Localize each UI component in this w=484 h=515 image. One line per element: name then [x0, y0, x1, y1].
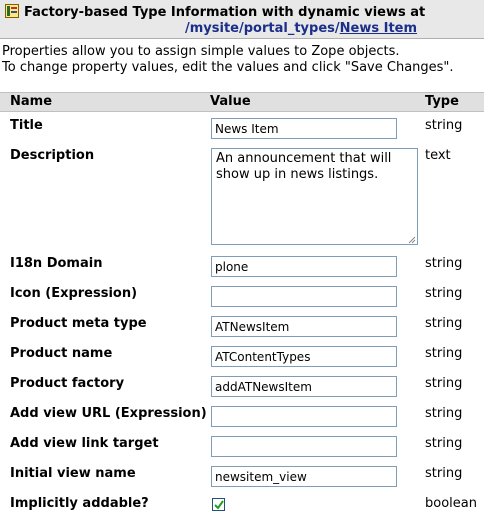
property-label: Product factory — [10, 376, 125, 391]
property-label: Description — [10, 148, 95, 163]
property-label: Implicitly addable? — [10, 496, 149, 511]
properties-column-header: Name Value Type — [0, 92, 484, 112]
property-label: Initial view name — [10, 466, 136, 481]
help-text: Properties allow you to assign simple va… — [2, 44, 454, 76]
property-label: I18n Domain — [10, 256, 103, 271]
property-type: string — [425, 466, 463, 481]
breadcrumb-link-mysite[interactable]: /mysite — [185, 21, 239, 36]
add-view-url-input[interactable] — [211, 406, 397, 427]
property-type: string — [425, 436, 463, 451]
property-type: string — [425, 346, 463, 361]
property-label: Add view link target — [10, 436, 159, 451]
breadcrumb-link-news-item[interactable]: News Item — [340, 21, 417, 36]
page-header: Factory-based Type Information with dyna… — [0, 0, 484, 39]
title-input[interactable] — [211, 118, 397, 139]
product-name-input[interactable] — [211, 346, 397, 367]
add-view-link-target-input[interactable] — [211, 436, 397, 457]
breadcrumb-link-portal-types[interactable]: portal_types — [244, 21, 335, 36]
column-header-name: Name — [10, 94, 53, 109]
property-type: string — [425, 286, 463, 301]
product-factory-input[interactable] — [211, 376, 397, 397]
product-meta-type-input[interactable] — [211, 316, 397, 337]
icon-expression-input[interactable] — [211, 286, 397, 307]
property-type: string — [425, 256, 463, 271]
initial-view-name-input[interactable] — [211, 466, 397, 487]
property-label: Icon (Expression) — [10, 286, 138, 301]
property-label: Title — [10, 118, 43, 133]
i18n-domain-input[interactable] — [211, 256, 397, 277]
property-label: Product name — [10, 346, 113, 361]
property-type: text — [425, 148, 451, 163]
description-textarea[interactable]: An announcement that will show up in new… — [211, 148, 418, 245]
property-type: boolean — [425, 496, 477, 511]
factory-type-icon — [5, 4, 19, 18]
help-line-2: To change property values, edit the valu… — [2, 60, 454, 75]
property-type: string — [425, 376, 463, 391]
help-line-1: Properties allow you to assign simple va… — [2, 44, 400, 59]
column-header-value: Value — [210, 94, 251, 109]
property-type: string — [425, 316, 463, 331]
property-label: Product meta type — [10, 316, 147, 331]
checkmark-icon — [214, 500, 224, 510]
column-header-type: Type — [425, 94, 459, 109]
breadcrumb: /mysite/portal_types/News Item — [185, 21, 417, 36]
property-type: string — [425, 406, 463, 421]
page-title: Factory-based Type Information with dyna… — [24, 5, 426, 20]
property-label: Add view URL (Expression) — [10, 406, 207, 421]
implicitly-addable-checkbox[interactable] — [212, 498, 225, 511]
property-type: string — [425, 118, 463, 133]
